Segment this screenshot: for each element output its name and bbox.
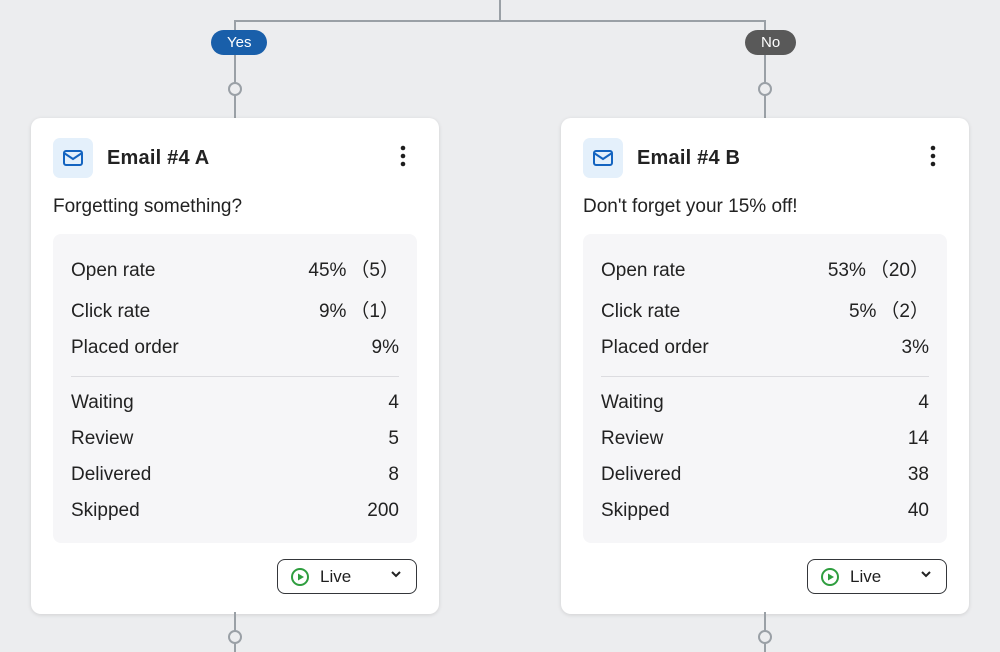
branch-label-no: No: [745, 30, 796, 55]
email-icon: [53, 138, 93, 178]
chevron-down-icon: [918, 566, 934, 587]
connector-horizontal: [234, 20, 766, 22]
stat-placed-order: Placed order 3%: [601, 330, 929, 366]
stat-open-rate: Open rate 53%（20）: [601, 248, 929, 289]
divider: [601, 376, 929, 377]
stat-label: Review: [601, 428, 663, 450]
stat-skipped: Skipped 40: [601, 493, 929, 529]
stat-click-rate: Click rate 5%（2）: [601, 289, 929, 330]
card-header: Email #4 B: [583, 138, 947, 178]
stat-value-pct: 3%: [902, 337, 929, 359]
stats-panel: Open rate 45%（5） Click rate 9%（1） Placed…: [53, 234, 417, 543]
play-circle-icon: [820, 567, 840, 587]
email-icon: [583, 138, 623, 178]
email-subject: Forgetting something?: [53, 196, 417, 218]
card-title: Email #4 B: [637, 147, 905, 170]
stat-label: Placed order: [71, 337, 179, 359]
stat-delivered: Delivered 8: [71, 457, 399, 493]
stat-value-pct: 9%: [372, 337, 399, 359]
status-dropdown[interactable]: Live: [277, 559, 417, 594]
stat-click-rate: Click rate 9%（1）: [71, 289, 399, 330]
card-header: Email #4 A: [53, 138, 417, 178]
more-vertical-icon: [930, 145, 936, 172]
stat-label: Click rate: [71, 301, 150, 323]
stat-value: 200: [367, 500, 399, 522]
status-label: Live: [850, 567, 908, 587]
more-vertical-icon: [400, 145, 406, 172]
stat-waiting: Waiting 4: [71, 385, 399, 421]
stat-label: Skipped: [601, 500, 670, 522]
more-menu-button[interactable]: [389, 144, 417, 172]
stat-label: Review: [71, 428, 133, 450]
stat-label: Open rate: [601, 260, 686, 282]
stat-value: 38: [908, 464, 929, 486]
stat-label: Waiting: [601, 392, 664, 414]
stat-value-pct: 45%: [308, 260, 346, 281]
stat-label: Placed order: [601, 337, 709, 359]
divider: [71, 376, 399, 377]
stat-value-pct: 53%: [828, 260, 866, 281]
stat-value-count: （2）: [876, 301, 929, 322]
stat-value-pct: 9%: [319, 301, 346, 322]
status-dropdown[interactable]: Live: [807, 559, 947, 594]
branch-node-left-bottom: [228, 630, 242, 644]
stat-delivered: Delivered 38: [601, 457, 929, 493]
stat-placed-order: Placed order 9%: [71, 330, 399, 366]
email-card-a[interactable]: Email #4 A Forgetting something? Open ra…: [31, 118, 439, 614]
play-circle-icon: [290, 567, 310, 587]
stat-value: 14: [908, 428, 929, 450]
stat-value: 5: [388, 428, 399, 450]
connector-vertical-top: [499, 0, 501, 20]
stat-value-count: （5）: [346, 260, 399, 281]
stat-value-count: （1）: [346, 301, 399, 322]
stat-label: Skipped: [71, 500, 140, 522]
stat-label: Delivered: [601, 464, 681, 486]
stat-label: Click rate: [601, 301, 680, 323]
chevron-down-icon: [388, 566, 404, 587]
stat-value: 8: [388, 464, 399, 486]
stats-panel: Open rate 53%（20） Click rate 5%（2） Place…: [583, 234, 947, 543]
stat-skipped: Skipped 200: [71, 493, 399, 529]
branch-label-yes: Yes: [211, 30, 267, 55]
email-card-b[interactable]: Email #4 B Don't forget your 15% off! Op…: [561, 118, 969, 614]
branch-node-right-bottom: [758, 630, 772, 644]
status-label: Live: [320, 567, 378, 587]
branch-node-right: [758, 82, 772, 96]
branch-node-left: [228, 82, 242, 96]
stat-value-count: （20）: [866, 260, 929, 281]
stat-value-pct: 5%: [849, 301, 876, 322]
stat-label: Open rate: [71, 260, 156, 282]
card-title: Email #4 A: [107, 147, 375, 170]
stat-label: Delivered: [71, 464, 151, 486]
stat-review: Review 5: [71, 421, 399, 457]
stat-review: Review 14: [601, 421, 929, 457]
stat-open-rate: Open rate 45%（5）: [71, 248, 399, 289]
email-subject: Don't forget your 15% off!: [583, 196, 947, 218]
stat-label: Waiting: [71, 392, 134, 414]
stat-value: 40: [908, 500, 929, 522]
stat-value: 4: [388, 392, 399, 414]
stat-value: 4: [918, 392, 929, 414]
more-menu-button[interactable]: [919, 144, 947, 172]
stat-waiting: Waiting 4: [601, 385, 929, 421]
